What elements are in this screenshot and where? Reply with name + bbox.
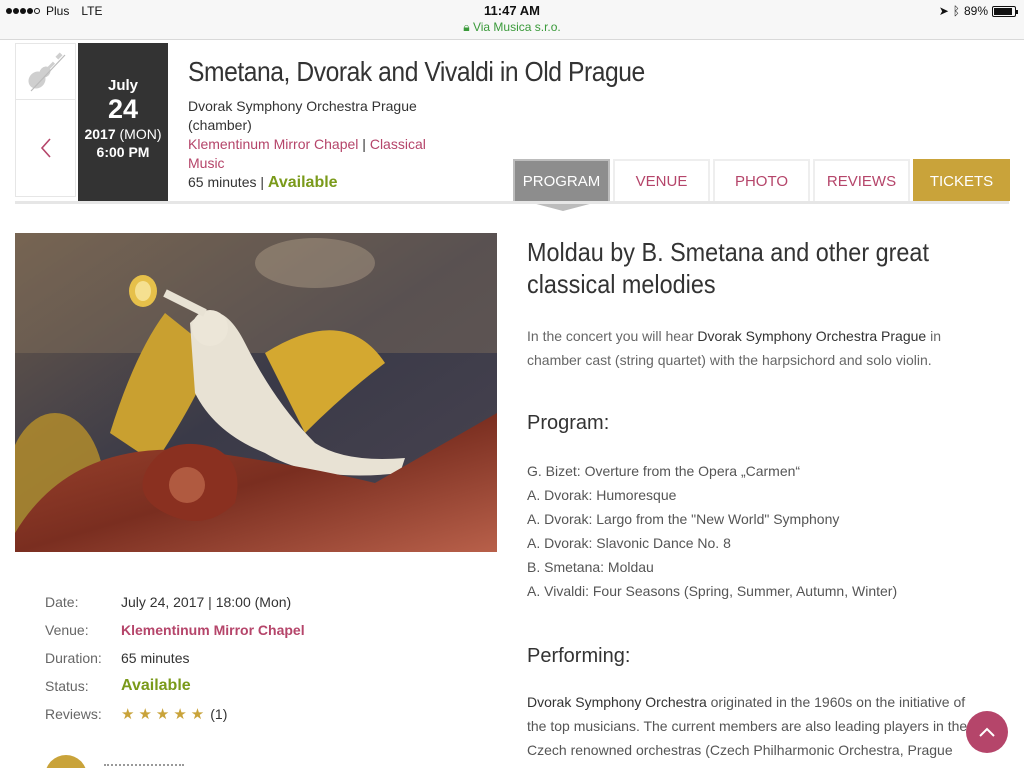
reviews-label: Reviews: [45, 706, 102, 722]
scroll-to-top-button[interactable] [966, 711, 1008, 753]
violin-icon-box [15, 43, 76, 100]
status-right: ➤ ᛒ 89% [938, 4, 1018, 18]
event-date-box: July 24 2017 (MON) 6:00 PM [78, 43, 168, 201]
status-label: Status: [45, 678, 89, 694]
event-title: Smetana, Dvorak and Vivaldi in Old Pragu… [188, 56, 645, 87]
site-name: Via Musica s.r.o. [472, 20, 561, 34]
tab-bar: PROGRAM VENUE PHOTO REVIEWS TICKETS [513, 159, 1010, 211]
detail-row-reviews: Reviews: ★★★★★ (1) [45, 700, 305, 728]
detail-row-date: Date: July 24, 2017 | 18:00 (Mon) [45, 588, 305, 616]
intro-orchestra: Dvorak Symphony Orchestra Prague [697, 328, 927, 344]
header-duration: 65 minutes [188, 174, 257, 190]
separator: | [362, 136, 366, 152]
tab-photo[interactable]: PHOTO [713, 159, 810, 201]
clock: 11:47 AM [484, 3, 540, 18]
program-list: G. Bizet: Overture from the Opera „Carme… [527, 459, 987, 603]
venue-value-link[interactable]: Klementinum Mirror Chapel [121, 622, 305, 638]
bluetooth-icon: ᛒ [952, 4, 960, 18]
date-month: July [107, 77, 138, 94]
date-label: Date: [45, 594, 79, 610]
chevron-left-icon [40, 138, 51, 158]
program-item: A. Vivaldi: Four Seasons (Spring, Summer… [527, 583, 898, 599]
performing-paragraph: Dvorak Symphony Orchestra originated in … [527, 690, 987, 768]
back-button[interactable] [15, 100, 76, 197]
program-item: A. Dvorak: Largo from the "New World" Sy… [527, 511, 840, 527]
program-heading: Program: [527, 412, 610, 434]
battery-percent: 89% [963, 4, 988, 18]
performing-heading: Performing: [527, 645, 631, 667]
orchestra-name: Dvorak Symphony Orchestra Prague (chambe… [188, 98, 417, 133]
tab-program[interactable]: PROGRAM [513, 159, 610, 211]
date-value: July 24, 2017 | 18:00 (Mon) [121, 594, 292, 610]
venue-category-line: Klementinum Mirror Chapel | Classical Mu… [188, 135, 448, 173]
site-identity[interactable]: 🔒︎ Via Musica s.r.o. [0, 20, 1024, 35]
program-item: A. Dvorak: Slavonic Dance No. 8 [527, 535, 731, 551]
header-divider [15, 201, 1009, 204]
date-year-line: 2017 (MON) [78, 126, 168, 142]
detail-row-duration: Duration: 65 minutes [45, 644, 305, 672]
dotted-divider [104, 764, 184, 767]
program-content: Moldau by B. Smetana and other great cla… [527, 236, 987, 768]
date-time: 6:00 PM [96, 144, 150, 160]
event-info: Dvorak Symphony Orchestra Prague (chambe… [188, 97, 448, 192]
reviews-count[interactable]: (1) [210, 706, 227, 722]
status-bar: Plus LTE 11:47 AM 🔒︎ Via Musica s.r.o. ➤… [0, 0, 1024, 40]
lock-icon: 🔒︎ [463, 20, 470, 34]
violin-icon [27, 51, 65, 91]
location-icon: ➤ [938, 4, 949, 18]
tab-venue[interactable]: VENUE [613, 159, 710, 201]
content-heading: Moldau by B. Smetana and other great cla… [527, 237, 929, 299]
gold-badge-icon[interactable] [45, 755, 87, 768]
program-item: A. Dvorak: Humoresque [527, 487, 677, 503]
performing-orchestra: Dvorak Symphony Orchestra [527, 694, 707, 710]
tab-tickets[interactable]: TICKETS [913, 159, 1010, 201]
date-dow: (MON) [119, 126, 162, 142]
header-availability: Available [267, 174, 338, 191]
intro-paragraph: In the concert you will hear Dvorak Symp… [527, 324, 987, 372]
rating-stars[interactable]: ★★★★★ [121, 705, 208, 723]
venue-photo [15, 233, 497, 552]
left-column [15, 43, 76, 197]
program-item: G. Bizet: Overture from the Opera „Carme… [527, 463, 801, 479]
battery-icon [992, 5, 1018, 17]
detail-row-venue: Venue: Klementinum Mirror Chapel [45, 616, 305, 644]
venue-link[interactable]: Klementinum Mirror Chapel [188, 136, 358, 152]
chevron-up-icon [979, 727, 995, 737]
duration-value: 65 minutes [121, 650, 190, 666]
status-value: Available [121, 677, 191, 694]
detail-row-status: Status: Available [45, 672, 305, 700]
duration-availability-line: 65 minutes | Available [188, 173, 448, 192]
venue-label: Venue: [45, 622, 89, 638]
tab-reviews[interactable]: REVIEWS [813, 159, 910, 201]
duration-label: Duration: [45, 650, 102, 666]
event-details: Date: July 24, 2017 | 18:00 (Mon) Venue:… [45, 588, 305, 728]
date-day: 24 [107, 94, 139, 124]
date-year: 2017 [84, 126, 116, 142]
intro-text-pre: In the concert you will hear [527, 328, 698, 344]
separator: | [260, 174, 265, 190]
angel-sculpture-image [15, 233, 497, 552]
program-item: B. Smetana: Moldau [527, 559, 654, 575]
